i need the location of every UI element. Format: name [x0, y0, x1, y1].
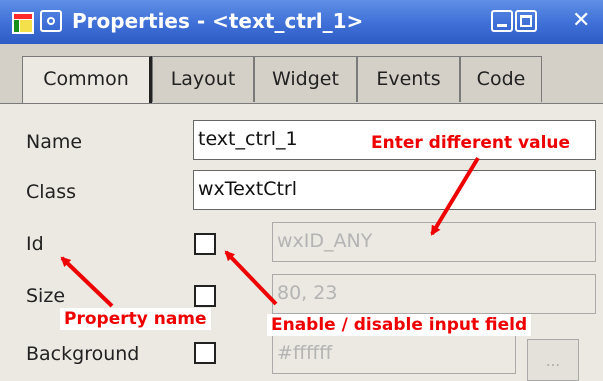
annotation-enter-value: Enter different value [367, 132, 575, 154]
arrow-property-name [60, 256, 114, 308]
annotation-enable-disable: Enable / disable input field [267, 314, 532, 336]
annotation-property-name: Property name [60, 308, 211, 330]
arrow-enable-disable [224, 250, 278, 306]
properties-window: Properties - <text_ctrl_1> ✕ Common Layo… [0, 0, 603, 381]
arrow-enter-value [430, 156, 480, 236]
